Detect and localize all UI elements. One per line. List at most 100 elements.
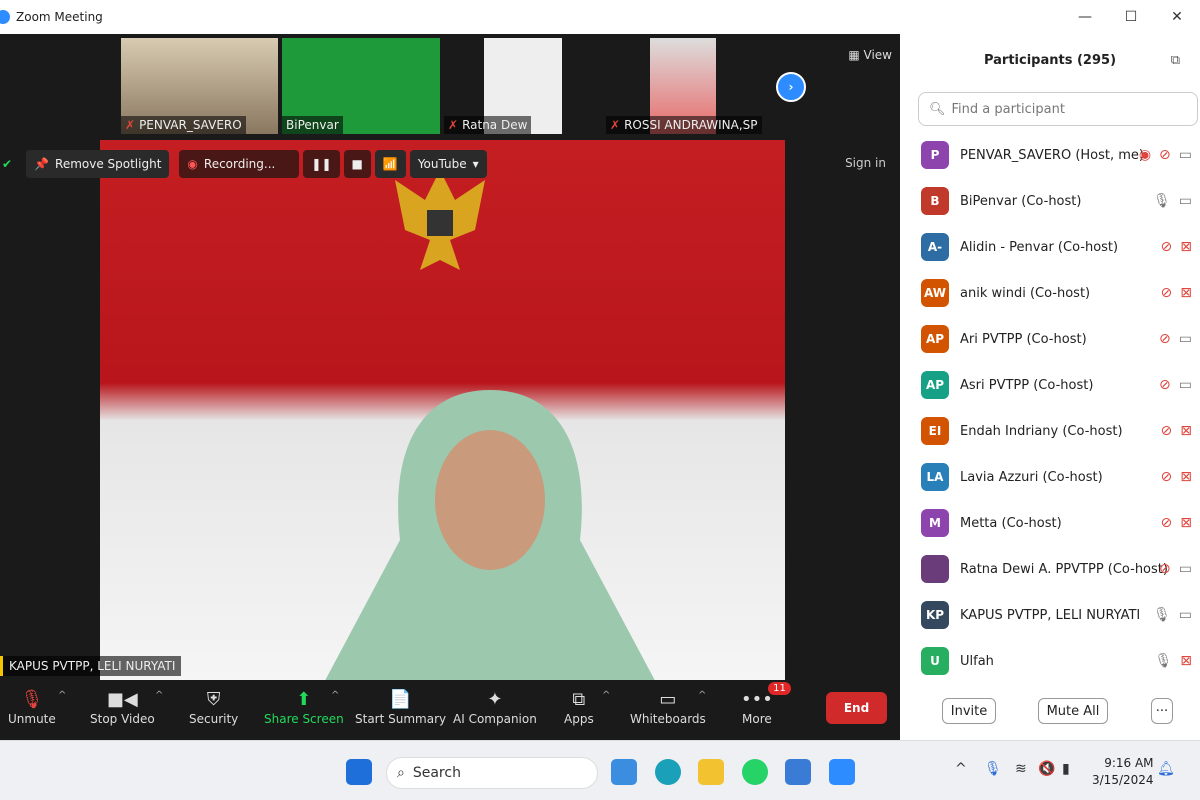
video-thumbnail[interactable]: ✗ PENVAR_SAVERO [121, 38, 278, 134]
apps-options-caret[interactable]: ^ [602, 690, 610, 701]
participant-row[interactable]: AP Ari PVTPP (Co-host) ⊘ ▭ [900, 316, 1200, 362]
video-off-icon[interactable]: ⊠ [1180, 515, 1192, 531]
participant-row[interactable]: AP Asri PVTPP (Co-host) ⊘ ▭ [900, 362, 1200, 408]
minimize-button[interactable]: — [1062, 0, 1108, 34]
live-stream-icon[interactable]: 📶 [374, 150, 406, 178]
mic-muted-icon[interactable]: ⊘ [1161, 423, 1173, 439]
thumbnail-name: PENVAR_SAVERO [139, 118, 242, 132]
participant-name: Alidin - Penvar (Co-host) [960, 239, 1119, 255]
speaker-muted-icon[interactable]: 🔇 [1038, 761, 1055, 777]
video-off-icon[interactable]: ⊠ [1180, 285, 1192, 301]
whiteboard-options-caret[interactable]: ^ [698, 690, 706, 701]
more-button[interactable]: ••• 11 More [741, 682, 791, 726]
mic-muted-icon[interactable]: ⊘ [1159, 377, 1171, 393]
video-options-caret[interactable]: ^ [155, 690, 163, 701]
remove-spotlight-label: Remove Spotlight [55, 157, 162, 171]
mic-muted-icon[interactable]: ⊘ [1161, 239, 1173, 255]
next-page-button[interactable]: › [776, 72, 806, 102]
mic-muted-icon[interactable]: ⊘ [1161, 285, 1173, 301]
video-icon[interactable]: ▭ [1179, 193, 1192, 209]
calculator-app-icon[interactable] [611, 759, 637, 785]
ai-companion-button[interactable]: ✦ AI Companion [453, 686, 537, 727]
apps-button[interactable]: ⧉ Apps [564, 686, 594, 727]
whiteboards-button[interactable]: ▭ Whiteboards [630, 686, 706, 727]
view-button[interactable]: ▦ View [848, 48, 892, 62]
video-off-icon[interactable]: ⊠ [1180, 239, 1192, 255]
avatar: KP [921, 601, 949, 629]
battery-icon[interactable]: ▮ [1062, 761, 1070, 777]
mic-muted-icon[interactable]: ⊘ [1159, 147, 1171, 163]
apps-label: Apps [564, 712, 594, 726]
participant-row[interactable]: M Metta (Co-host) ⊘ ⊠ [900, 500, 1200, 546]
participant-name: Ratna Dewi A. PPVTPP (Co-host) [960, 561, 1168, 577]
participant-row[interactable]: U Ulfah 🎙 ⊠ [900, 638, 1200, 684]
video-off-icon[interactable]: ⊠ [1180, 469, 1192, 485]
video-thumbnail[interactable]: BiPenvar [282, 38, 440, 134]
mic-muted-icon[interactable]: ⊘ [1159, 331, 1171, 347]
video-off-icon[interactable]: ⊠ [1180, 423, 1192, 439]
mic-muted-icon[interactable]: ⊘ [1161, 469, 1173, 485]
more-options-button[interactable]: ··· [1151, 698, 1173, 724]
participant-row[interactable]: KP KAPUS PVTPP, LELI NURYATI 🎙 ▭ [900, 592, 1200, 638]
share-options-caret[interactable]: ^ [331, 690, 339, 701]
video-icon[interactable]: ▭ [1179, 147, 1192, 163]
edge-browser-icon[interactable] [655, 759, 681, 785]
close-button[interactable]: ✕ [1154, 0, 1200, 34]
popout-icon[interactable]: ⧉ [1171, 53, 1180, 68]
invite-button[interactable]: Invite [942, 698, 996, 724]
security-button[interactable]: ⛨ Security [189, 686, 238, 727]
microphone-icon[interactable]: 🎙 [984, 761, 1002, 777]
end-meeting-button[interactable]: End [826, 692, 887, 724]
stop-recording-button[interactable]: ■ [343, 150, 371, 178]
unmute-label: Unmute [8, 712, 56, 726]
remove-spotlight-button[interactable]: 📌 Remove Spotlight [26, 150, 170, 178]
video-off-icon[interactable]: ⊠ [1180, 653, 1192, 669]
start-button[interactable] [346, 759, 372, 785]
participant-name: Ari PVTPP (Co-host) [960, 331, 1087, 347]
caret-down-icon: ▾ [472, 157, 479, 171]
zoom-app-icon[interactable] [829, 759, 855, 785]
more-label: More [742, 712, 772, 726]
photos-app-icon[interactable] [785, 759, 811, 785]
audio-options-caret[interactable]: ^ [58, 690, 66, 701]
video-icon[interactable]: ▭ [1179, 331, 1192, 347]
participant-row[interactable]: B BiPenvar (Co-host) 🎙 ▭ [900, 178, 1200, 224]
participant-name: anik windi (Co-host) [960, 285, 1091, 301]
video-icon[interactable]: ▭ [1179, 377, 1192, 393]
video-icon[interactable]: ▭ [1179, 561, 1192, 577]
mic-muted-icon[interactable]: ⊘ [1161, 515, 1173, 531]
video-icon[interactable]: ▭ [1179, 607, 1192, 623]
unmute-button[interactable]: 🎙 Unmute [8, 686, 56, 727]
file-explorer-icon[interactable] [698, 759, 724, 785]
whatsapp-icon[interactable] [742, 759, 768, 785]
pause-recording-button[interactable]: ❚❚ [303, 150, 340, 178]
participant-row[interactable]: Ratna Dewi A. PPVTPP (Co-host) ⊘ ▭ [900, 546, 1200, 592]
mute-all-button[interactable]: Mute All [1038, 698, 1108, 724]
youtube-button[interactable]: YouTube ▾ [409, 150, 487, 178]
participant-row[interactable]: EI Endah Indriany (Co-host) ⊘ ⊠ [900, 408, 1200, 454]
start-summary-button[interactable]: 📄 Start Summary [355, 686, 446, 727]
youtube-label: YouTube [417, 157, 467, 171]
participant-row[interactable]: AW anik windi (Co-host) ⊘ ⊠ [900, 270, 1200, 316]
mic-icon[interactable]: 🎙 [1153, 607, 1171, 623]
thumbnail-name: Ratna Dew [462, 118, 528, 132]
notification-bell-icon[interactable]: 🔔︎ [1157, 761, 1175, 777]
sign-in-button[interactable]: Sign in [845, 156, 886, 170]
wifi-icon[interactable]: ≋ [1015, 761, 1027, 777]
participant-name: Metta (Co-host) [960, 515, 1062, 531]
participant-search-input[interactable]: 🔍︎ Find a participant [918, 92, 1198, 126]
taskbar-search[interactable]: ⌕ Search [386, 757, 598, 789]
participant-name: Asri PVTPP (Co-host) [960, 377, 1094, 393]
system-clock[interactable]: 9:16 AM 3/15/2024 [1092, 755, 1154, 789]
search-placeholder: Find a participant [951, 101, 1065, 117]
mic-muted-icon[interactable]: ⊘ [1159, 561, 1171, 577]
participant-row[interactable]: P PENVAR_SAVERO (Host, me) ◉ ⊘ ▭ [900, 132, 1200, 178]
avatar: U [921, 647, 949, 675]
stop-video-button[interactable]: ■◀ Stop Video [90, 686, 155, 727]
tray-overflow-icon[interactable]: ^ [955, 761, 967, 777]
participant-row[interactable]: A- Alidin - Penvar (Co-host) ⊘ ⊠ [900, 224, 1200, 270]
participant-row[interactable]: LA Lavia Azzuri (Co-host) ⊘ ⊠ [900, 454, 1200, 500]
mic-icon[interactable]: 🎙 [1153, 193, 1171, 209]
mic-icon[interactable]: 🎙 [1154, 653, 1172, 669]
maximize-button[interactable]: ☐ [1108, 0, 1154, 34]
